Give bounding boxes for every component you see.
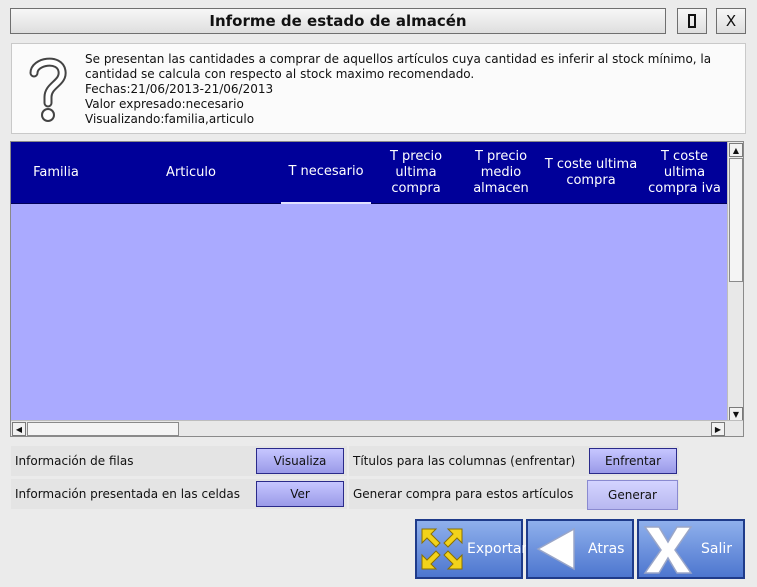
horizontal-scrollbar[interactable]: ◀ ▶ xyxy=(11,420,743,436)
report-grid[interactable]: Familia Articulo T necesario T precio ul… xyxy=(10,141,744,437)
vertical-scrollbar[interactable]: ▲ ▼ xyxy=(727,142,743,422)
grid-body[interactable] xyxy=(11,204,728,422)
column-header-t-necesario[interactable]: T necesario xyxy=(281,142,371,204)
info-text: Se presentan las cantidades a comprar de… xyxy=(85,52,745,127)
window-title: Informe de estado de almacén xyxy=(209,12,467,30)
salir-label: Salir xyxy=(701,541,733,557)
enfrentar-button[interactable]: Enfrentar xyxy=(589,448,677,474)
column-header-t-coste-ultima-compra-iva[interactable]: T coste ultima compra iva xyxy=(641,142,728,204)
close-button[interactable]: X xyxy=(716,8,746,34)
vertical-scroll-thumb[interactable] xyxy=(729,158,743,282)
salir-button[interactable]: Salir xyxy=(637,519,745,579)
column-header-familia[interactable]: Familia xyxy=(11,142,101,204)
generar-button[interactable]: Generar xyxy=(587,480,678,510)
exportar-button[interactable]: Exportar xyxy=(415,519,527,579)
generar-label: Generar compra para estos artículos xyxy=(353,487,574,501)
info-description: Se presentan las cantidades a comprar de… xyxy=(85,52,712,81)
exit-x-icon xyxy=(643,526,693,574)
maximize-icon xyxy=(688,14,696,28)
titulos-label: Títulos para las columnas (enfrentar) xyxy=(353,454,576,468)
info-visualizing: Visualizando:familia,articulo xyxy=(85,112,255,126)
visualiza-button[interactable]: Visualiza xyxy=(256,448,344,474)
question-icon xyxy=(29,57,67,122)
column-header-t-coste-ultima-compra[interactable]: T coste ultima compra xyxy=(541,142,641,204)
info-panel: Se presentan las cantidades a comprar de… xyxy=(11,43,746,134)
window-title-bar: Informe de estado de almacén xyxy=(10,8,666,34)
atras-button[interactable]: Atras xyxy=(526,519,634,579)
celdas-label: Información presentada en las celdas xyxy=(15,487,241,501)
close-icon: X xyxy=(725,12,737,30)
exportar-label: Exportar xyxy=(467,541,528,557)
grid-header: Familia Articulo T necesario T precio ul… xyxy=(11,142,728,204)
scroll-down-icon[interactable]: ▼ xyxy=(729,407,743,421)
filas-label: Información de filas xyxy=(15,454,134,468)
scroll-up-icon[interactable]: ▲ xyxy=(729,143,743,157)
column-header-t-precio-medio-almacen[interactable]: T precio medio almacen xyxy=(461,142,541,204)
info-dates: Fechas:21/06/2013-21/06/2013 xyxy=(85,82,274,96)
atras-label: Atras xyxy=(588,541,625,557)
maximize-button[interactable] xyxy=(677,8,707,34)
column-header-articulo[interactable]: Articulo xyxy=(101,142,281,204)
scroll-left-icon[interactable]: ◀ xyxy=(12,422,26,436)
ver-button[interactable]: Ver xyxy=(256,481,344,507)
export-arrows-icon xyxy=(421,528,463,570)
info-value-type: Valor expresado:necesario xyxy=(85,97,244,111)
column-header-t-precio-ultima-compra[interactable]: T precio ultima compra xyxy=(371,142,461,204)
back-arrow-icon xyxy=(536,527,575,571)
horizontal-scroll-thumb[interactable] xyxy=(27,422,179,436)
scroll-right-icon[interactable]: ▶ xyxy=(711,422,725,436)
